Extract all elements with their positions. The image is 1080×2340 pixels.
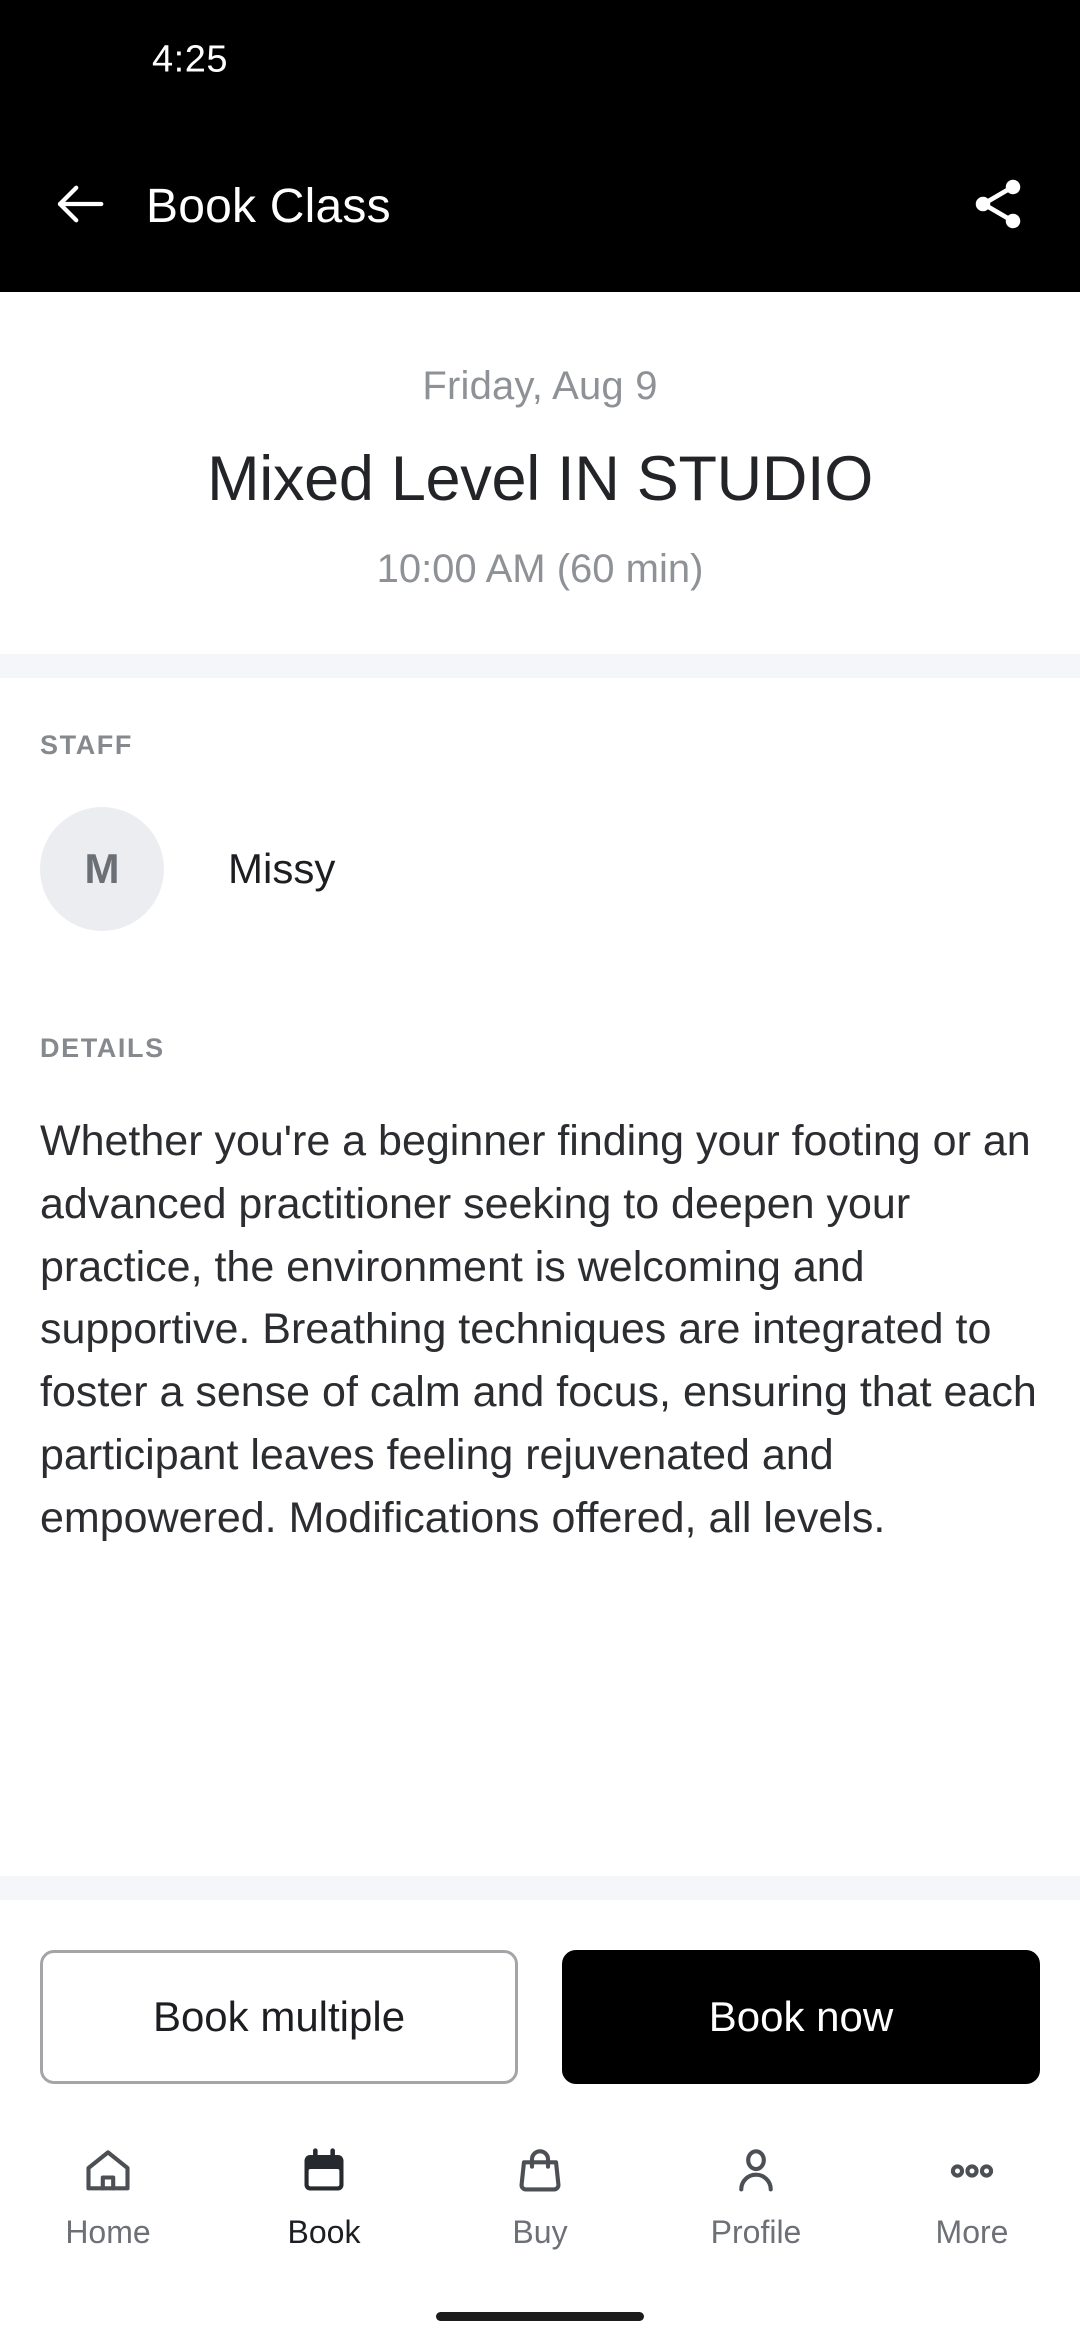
book-multiple-button[interactable]: Book multiple — [40, 1950, 518, 2084]
class-summary: Friday, Aug 9 Mixed Level IN STUDIO 10:0… — [0, 292, 1080, 655]
shopping-bag-icon — [514, 2142, 566, 2200]
ellipsis-icon — [946, 2142, 998, 2200]
gesture-nav-area — [0, 2292, 1080, 2340]
staff-list-item[interactable]: M Missy — [40, 807, 1040, 981]
staff-section-label: STAFF — [40, 730, 133, 761]
app-screen: 4:25 Book Class Friday, Aug 9 Mixed Leve… — [0, 0, 1080, 2340]
home-indicator[interactable] — [436, 2311, 644, 2321]
nav-label-home: Home — [65, 2214, 151, 2250]
action-bar: Book multiple Book now — [0, 1900, 1080, 2124]
content-scroll-area[interactable]: Friday, Aug 9 Mixed Level IN STUDIO 10:0… — [0, 292, 1080, 1900]
back-button[interactable] — [46, 172, 114, 240]
staff-section: STAFF M Missy — [0, 678, 1080, 982]
staff-name: Missy — [228, 845, 336, 893]
actions-divider — [0, 1876, 1080, 1900]
details-section: DETAILS Whether you're a beginner findin… — [0, 981, 1080, 1590]
nav-item-home[interactable]: Home — [0, 2142, 216, 2251]
app-bar: Book Class — [0, 120, 1080, 292]
share-button[interactable] — [960, 168, 1036, 244]
nav-item-buy[interactable]: Buy — [432, 2142, 648, 2251]
class-name: Mixed Level IN STUDIO — [207, 444, 873, 514]
nav-item-profile[interactable]: Profile — [648, 2142, 864, 2251]
calendar-icon — [298, 2142, 350, 2200]
class-time: 10:00 AM (60 min) — [376, 547, 704, 592]
arrow-left-icon — [50, 174, 110, 239]
nav-label-more: More — [935, 2214, 1009, 2250]
status-bar: 4:25 — [0, 0, 1080, 120]
share-icon — [968, 174, 1028, 239]
nav-label-buy: Buy — [512, 2214, 568, 2250]
details-description: Whether you're a beginner finding your f… — [40, 1117, 1037, 1542]
person-icon — [730, 2142, 782, 2200]
home-icon — [82, 2142, 134, 2200]
nav-item-more[interactable]: More — [864, 2142, 1080, 2251]
page-title: Book Class — [146, 179, 391, 233]
avatar: M — [40, 807, 164, 932]
nav-label-profile: Profile — [710, 2214, 802, 2250]
bottom-navigation: Home Book Buy Profile More — [0, 2124, 1080, 2292]
nav-item-book[interactable]: Book — [216, 2142, 432, 2251]
class-date: Friday, Aug 9 — [422, 364, 658, 408]
status-bar-clock: 4:25 — [152, 38, 228, 81]
details-section-label: DETAILS — [40, 1033, 165, 1064]
section-divider — [0, 654, 1080, 679]
content-spacer — [0, 1589, 1080, 1876]
nav-label-book: Book — [287, 2214, 361, 2250]
book-now-button[interactable]: Book now — [562, 1950, 1040, 2084]
